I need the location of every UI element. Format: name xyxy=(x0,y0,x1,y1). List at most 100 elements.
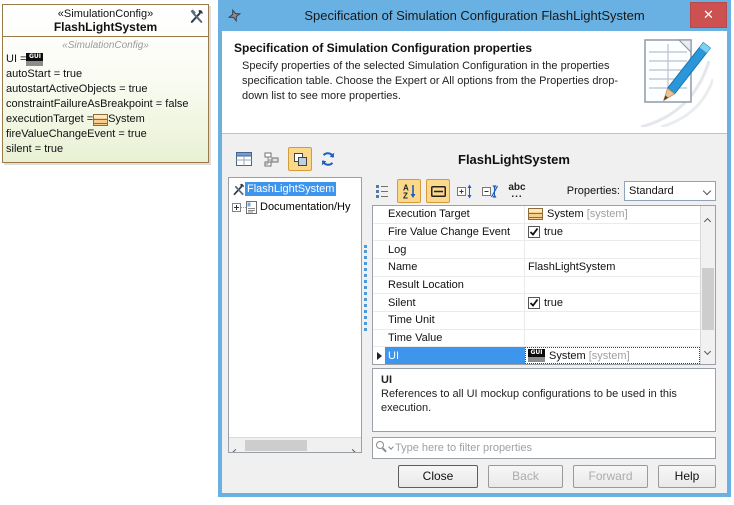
dialog-title-bar[interactable]: Specification of Simulation Configuratio… xyxy=(218,0,731,31)
element-icon xyxy=(93,114,108,126)
tree-horizontal-scrollbar[interactable] xyxy=(229,437,361,452)
class-box-body: «SimulationConfig» UI = GUI autoStart = … xyxy=(3,37,208,159)
edit-text-button[interactable]: abc... xyxy=(505,179,529,203)
chevron-down-icon xyxy=(703,187,711,195)
sort-alphabetically-button[interactable]: A Z xyxy=(397,179,421,203)
property-value[interactable]: FlashLightSystem xyxy=(525,259,700,276)
close-button[interactable]: Close xyxy=(398,465,478,488)
simulation-config-tools-icon xyxy=(232,183,245,196)
show-description-button[interactable] xyxy=(426,179,450,203)
property-name[interactable]: Name xyxy=(385,259,525,276)
scrollbar-thumb[interactable] xyxy=(702,268,714,330)
property-value[interactable] xyxy=(525,312,700,329)
selected-element-title: FlashLightSystem xyxy=(458,152,570,167)
table-row[interactable]: Execution Target System [system] xyxy=(373,206,715,224)
table-row[interactable]: Result Location xyxy=(373,277,715,295)
property-value[interactable]: GUI System [system] xyxy=(525,347,700,364)
properties-mode-select[interactable]: Standard xyxy=(624,181,716,201)
property-value[interactable]: true xyxy=(525,224,700,241)
panel-splitter[interactable] xyxy=(364,245,367,331)
scroll-up-icon[interactable] xyxy=(705,211,710,229)
specification-tree-panel[interactable]: FlashLightSystem Documentation/Hy xyxy=(228,177,362,453)
help-button[interactable]: Help xyxy=(658,465,716,488)
simulation-config-class-box[interactable]: «SimulationConfig» FlashLightSystem «Sim… xyxy=(2,4,209,163)
value-text: true xyxy=(544,297,563,309)
scroll-right-icon[interactable] xyxy=(350,442,355,453)
collapse-all-button[interactable] xyxy=(480,179,500,203)
header-description: Specify properties of the selected Simul… xyxy=(242,59,620,104)
gui-icon: GUI xyxy=(528,349,545,362)
property-description-panel: UI References to all UI mockup configura… xyxy=(372,368,716,432)
expand-plus-icon[interactable] xyxy=(232,203,241,212)
attribute-text: silent = true xyxy=(6,142,63,157)
table-row[interactable]: Time Value xyxy=(373,330,715,348)
tree-item-label[interactable]: Documentation/Hy xyxy=(260,201,351,213)
switch-nodes-button[interactable] xyxy=(288,147,312,171)
categorized-view-button[interactable] xyxy=(372,179,392,203)
scroll-left-icon[interactable] xyxy=(233,442,238,453)
row-gutter xyxy=(373,277,385,294)
close-window-button[interactable]: ✕ xyxy=(690,2,727,28)
attribute-text: UI = xyxy=(6,52,26,67)
forward-button[interactable]: Forward xyxy=(573,465,648,488)
property-value[interactable] xyxy=(525,277,700,294)
filter-box[interactable] xyxy=(372,437,716,459)
table-view-button[interactable] xyxy=(232,147,256,171)
attribute-line: autoStart = true xyxy=(6,67,205,82)
checkbox-checked[interactable] xyxy=(528,297,540,309)
refresh-button[interactable] xyxy=(316,147,340,171)
description-text: References to all UI mockup configuratio… xyxy=(381,388,677,414)
dialog-content: Specification of Simulation Configuratio… xyxy=(222,31,727,493)
property-name[interactable]: Execution Target xyxy=(385,206,525,223)
property-name[interactable]: Time Unit xyxy=(385,312,525,329)
tree-item-label[interactable]: FlashLightSystem xyxy=(245,182,336,196)
filter-input[interactable] xyxy=(395,439,715,457)
attribute-line: silent = true xyxy=(6,142,205,157)
row-gutter xyxy=(373,347,385,364)
table-row[interactable]: Time Unit xyxy=(373,312,715,330)
table-row[interactable]: Log xyxy=(373,241,715,259)
table-row-selected[interactable]: UI GUI System [system] xyxy=(373,347,715,364)
scroll-down-icon[interactable] xyxy=(705,341,710,359)
attribute-text: executionTarget = xyxy=(6,112,93,127)
screen: «SimulationConfig» FlashLightSystem «Sim… xyxy=(0,0,734,505)
attribute-text: System xyxy=(108,112,145,127)
value-text: System xyxy=(547,208,584,220)
tree-item-documentation[interactable]: Documentation/Hy xyxy=(229,198,361,216)
back-button[interactable]: Back xyxy=(488,465,563,488)
property-value[interactable] xyxy=(525,241,700,258)
property-value[interactable] xyxy=(525,330,700,347)
value-suffix: [system] xyxy=(587,208,628,220)
class-box-header: «SimulationConfig» FlashLightSystem xyxy=(3,5,208,37)
attribute-text: autoStart = true xyxy=(6,67,82,82)
property-name[interactable]: Log xyxy=(385,241,525,258)
attribute-line: fireValueChangeEvent = true xyxy=(6,127,205,142)
svg-text:Z: Z xyxy=(403,192,408,200)
gui-icon: GUI xyxy=(26,53,43,66)
expand-all-button[interactable] xyxy=(455,179,475,203)
property-name[interactable]: Fire Value Change Event xyxy=(385,224,525,241)
property-value[interactable]: true xyxy=(525,294,700,311)
properties-dropdown-label: Properties: xyxy=(567,185,620,197)
value-text: FlashLightSystem xyxy=(528,261,615,273)
attribute-line: UI = GUI xyxy=(6,52,205,67)
attribute-text: autostartActiveObjects = true xyxy=(6,82,148,97)
tree-item-flashlightsystem[interactable]: FlashLightSystem xyxy=(229,180,361,198)
containment-tree-button[interactable] xyxy=(260,147,284,171)
property-value[interactable]: System [system] xyxy=(525,206,700,223)
table-row[interactable]: Silent true xyxy=(373,294,715,312)
row-gutter xyxy=(373,330,385,347)
property-name[interactable]: Result Location xyxy=(385,277,525,294)
table-row[interactable]: Fire Value Change Event true xyxy=(373,224,715,242)
property-name[interactable]: Silent xyxy=(385,294,525,311)
properties-table: Execution Target System [system] Fire Va… xyxy=(372,205,716,365)
property-name[interactable]: UI xyxy=(385,347,525,364)
search-icon[interactable] xyxy=(373,440,395,456)
table-row[interactable]: Name FlashLightSystem xyxy=(373,259,715,277)
table-vertical-scrollbar[interactable] xyxy=(700,206,715,364)
class-stereotype: «SimulationConfig» xyxy=(5,8,206,20)
scrollbar-thumb[interactable] xyxy=(245,440,307,451)
checkbox-checked[interactable] xyxy=(528,226,540,238)
specification-dialog: Specification of Simulation Configuratio… xyxy=(218,0,731,497)
property-name[interactable]: Time Value xyxy=(385,330,525,347)
